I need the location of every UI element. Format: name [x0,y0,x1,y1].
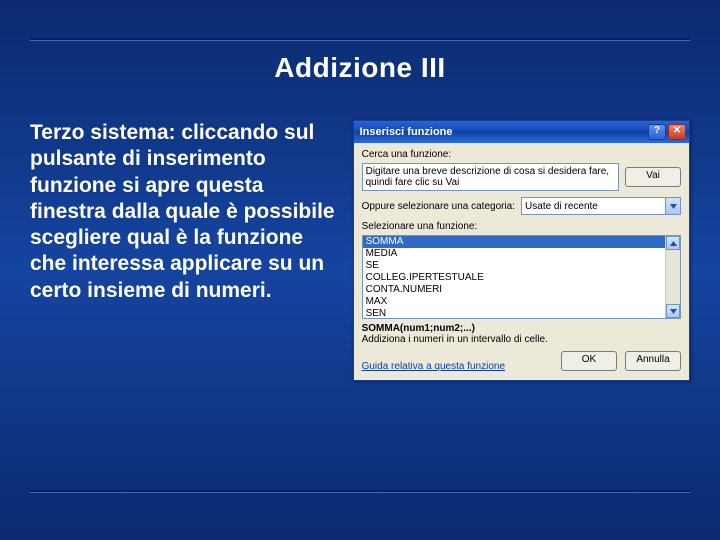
list-item[interactable]: SOMMA [363,236,665,248]
go-button[interactable]: Vai [625,167,681,187]
function-listbox[interactable]: SOMMA MEDIA SE COLLEG.IPERTESTUALE CONTA… [362,235,681,319]
ok-button[interactable]: OK [561,351,617,371]
function-signature: SOMMA(num1;num2;...) [362,323,681,334]
list-item[interactable]: COLLEG.IPERTESTUALE [363,272,665,284]
list-item[interactable]: CONTA.NUMERI [363,284,665,296]
list-item[interactable]: MAX [363,296,665,308]
list-item[interactable]: SEN [363,308,665,318]
list-item[interactable]: SE [363,260,665,272]
list-label: Selezionare una funzione: [362,221,681,232]
list-scrollbar[interactable] [665,236,680,318]
bottom-rule [30,490,690,492]
slide-title: Addizione III [0,52,720,84]
category-label: Oppure selezionare una categoria: [362,201,515,212]
category-selected-value: Usate di recente [525,201,598,212]
chevron-down-icon [665,198,680,214]
function-signature-desc: Addiziona i numeri in un intervallo di c… [362,334,681,345]
help-link[interactable]: Guida relativa a questa funzione [362,361,505,372]
content-area: Terzo sistema: cliccando sul pulsante di… [30,120,690,381]
list-item[interactable]: MEDIA [363,248,665,260]
cancel-button[interactable]: Annulla [625,351,681,371]
slide-description: Terzo sistema: cliccando sul pulsante di… [30,120,343,381]
close-button[interactable]: ✕ [668,124,686,140]
search-label: Cerca una funzione: [362,149,681,160]
scroll-down-icon[interactable] [666,304,680,318]
category-select[interactable]: Usate di recente [521,197,681,215]
dialog-title: Inserisci funzione [360,126,453,138]
top-rule [30,38,690,40]
search-input[interactable]: Digitare una breve descrizione di cosa s… [362,163,619,191]
scroll-up-icon[interactable] [666,236,680,250]
dialog-titlebar[interactable]: Inserisci funzione ? ✕ [354,121,689,143]
insert-function-dialog: Inserisci funzione ? ✕ Cerca una funzion… [353,120,690,381]
help-button[interactable]: ? [648,124,666,140]
